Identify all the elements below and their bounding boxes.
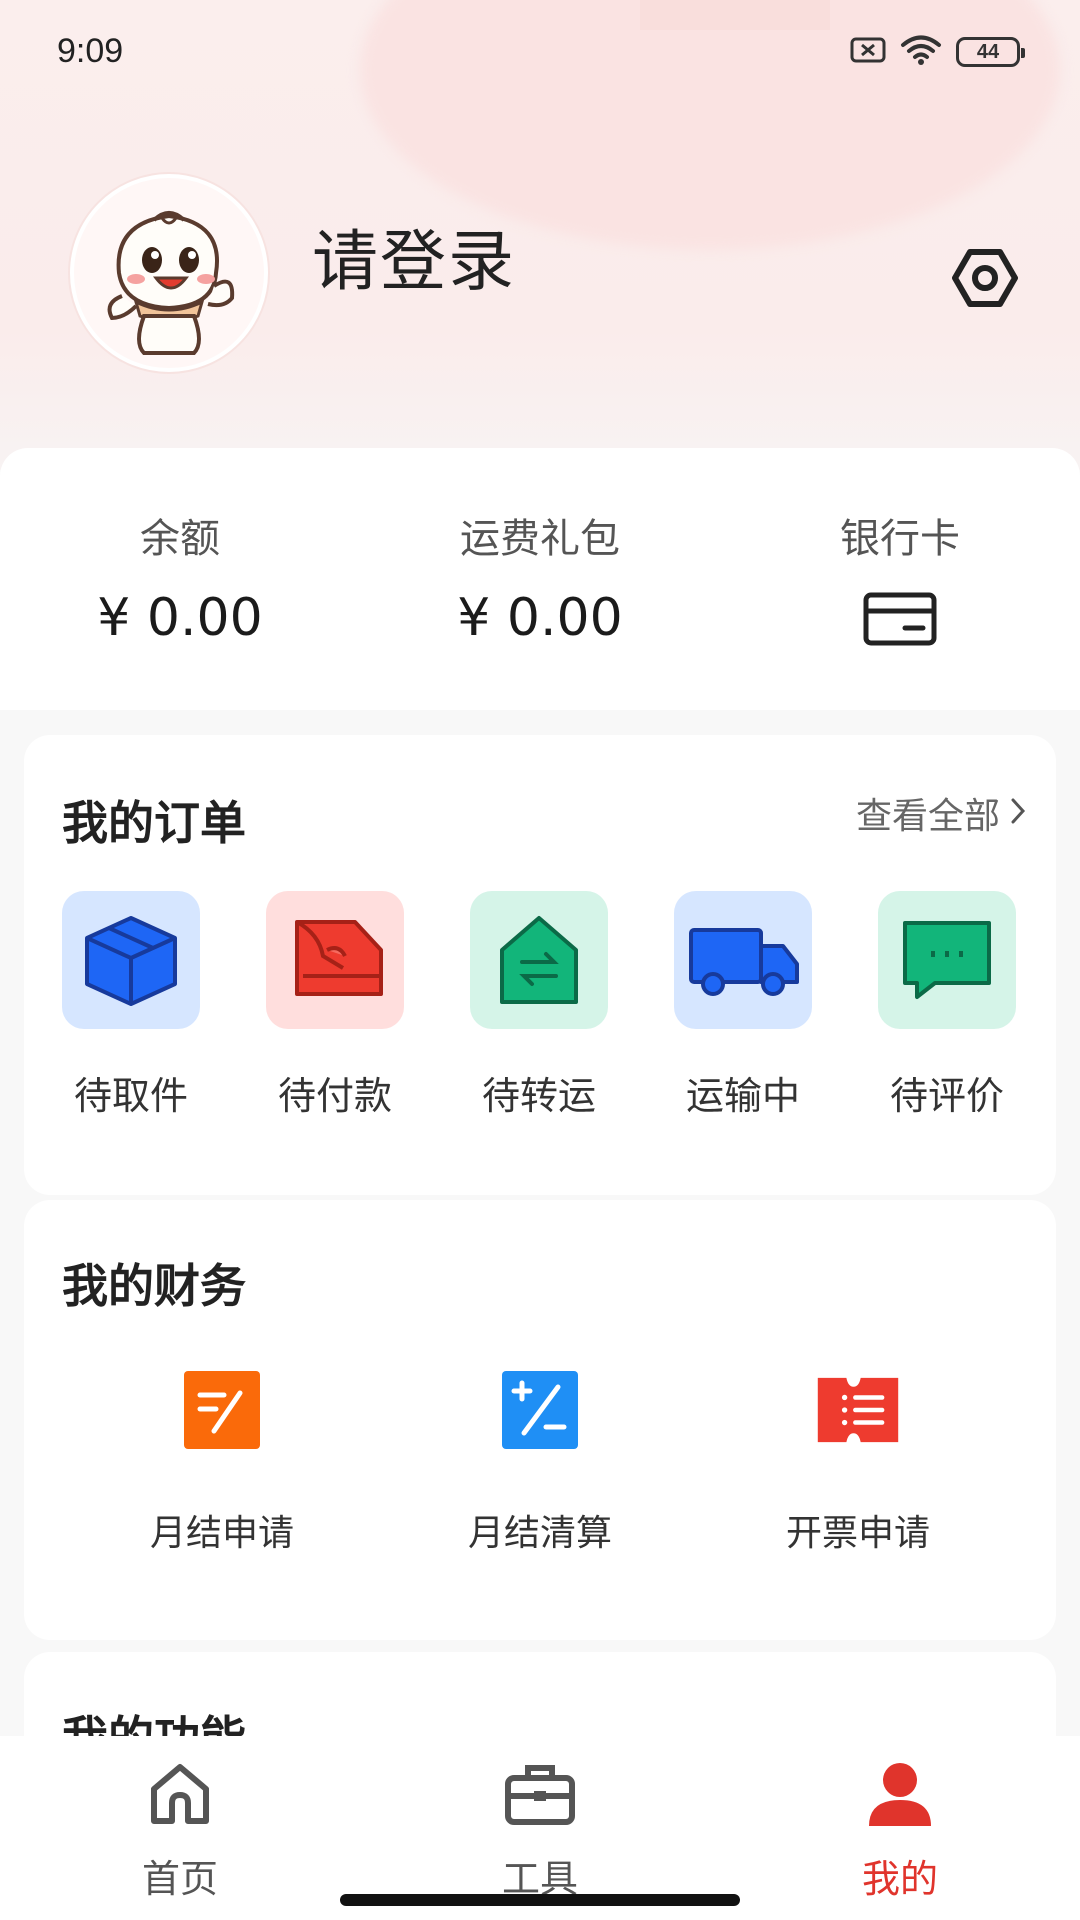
balance-label: 余额 — [140, 516, 220, 562]
view-all-label: 查看全部 — [855, 796, 1000, 837]
nav-item-tools[interactable]: 工具 — [360, 1754, 720, 1903]
status-bar: 9:09 44 — [0, 0, 1080, 104]
balance-value: ¥ 0.00 — [97, 588, 263, 648]
freight-package-entry[interactable]: 运费礼包 ¥ 0.00 — [360, 506, 720, 648]
order-pending-review[interactable]: 待评价 — [878, 891, 1016, 1120]
bank-card-entry[interactable]: 银行卡 — [720, 506, 1080, 650]
sim-off-icon — [850, 36, 886, 68]
transfer-icon — [470, 891, 608, 1029]
my-orders-card: 我的订单 查看全部 待取件 待付款 待转运 运输中 待评价 — [24, 735, 1056, 1195]
status-icons: 44 — [850, 34, 1025, 70]
order-label: 待转运 — [481, 1074, 596, 1118]
nav-label-me: 我的 — [861, 1857, 938, 1901]
monthly-apply-entry[interactable]: 月结申请 — [72, 1368, 372, 1556]
wallet-summary: 余额 ¥ 0.00 运费礼包 ¥ 0.00 银行卡 — [0, 448, 1080, 710]
my-orders-title: 我的订单 — [62, 796, 246, 850]
my-finance-title: 我的财务 — [62, 1259, 246, 1313]
settings-button[interactable] — [945, 240, 1025, 320]
freight-package-label: 运费礼包 — [460, 516, 620, 562]
wifi-icon — [900, 34, 942, 70]
view-all-orders-link[interactable]: 查看全部 — [856, 787, 1026, 839]
monthly-settle-entry[interactable]: 月结清算 — [390, 1368, 690, 1556]
invoice-apply-label: 开票申请 — [785, 1513, 930, 1554]
freight-package-value: ¥ 0.00 — [457, 588, 623, 648]
battery-level: 44 — [976, 41, 1000, 63]
comment-icon — [878, 891, 1016, 1029]
settings-icon — [952, 248, 1018, 312]
order-label: 运输中 — [685, 1074, 800, 1118]
mascot-bun-icon — [107, 211, 235, 355]
bank-card-label: 银行卡 — [840, 516, 960, 562]
order-pending-transfer[interactable]: 待转运 — [470, 891, 608, 1120]
order-label: 待取件 — [73, 1074, 188, 1118]
avatar[interactable] — [70, 174, 268, 372]
my-profile-screen: 9:09 44 请登录 余额 ¥ 0.00 运费礼包 ¥ 0.00 银行卡 我的… — [0, 0, 1080, 1920]
nav-label-home: 首页 — [141, 1857, 218, 1901]
payment-icon — [266, 891, 404, 1029]
invoice-icon — [816, 1368, 900, 1452]
order-label: 待评价 — [889, 1074, 1004, 1118]
bottom-navigation: 首页 工具 我的 — [0, 1736, 1080, 1920]
home-indicator — [340, 1894, 740, 1906]
my-finance-card: 我的财务 月结申请 月结清算 开票申请 — [24, 1200, 1056, 1640]
monthly-settle-label: 月结清算 — [467, 1513, 612, 1554]
user-icon — [860, 1754, 940, 1834]
order-pending-pickup[interactable]: 待取件 — [62, 891, 200, 1120]
chevron-right-icon — [1010, 793, 1026, 834]
battery-icon: 44 — [956, 37, 1025, 67]
nav-item-home[interactable]: 首页 — [0, 1754, 360, 1903]
login-prompt[interactable]: 请登录 — [312, 208, 516, 304]
monthly-settle-icon — [498, 1368, 582, 1452]
order-pending-payment[interactable]: 待付款 — [266, 891, 404, 1120]
truck-icon — [674, 891, 812, 1029]
package-icon — [62, 891, 200, 1029]
toolbox-icon — [500, 1754, 580, 1834]
monthly-apply-label: 月结申请 — [149, 1513, 294, 1554]
balance-entry[interactable]: 余额 ¥ 0.00 — [0, 506, 360, 648]
monthly-apply-icon — [180, 1368, 264, 1452]
order-in-transit[interactable]: 运输中 — [674, 891, 812, 1120]
bank-card-icon-wrap — [720, 592, 1080, 650]
home-icon — [140, 1754, 220, 1834]
status-time: 9:09 — [57, 32, 124, 70]
bank-card-icon — [863, 592, 937, 650]
order-label: 待付款 — [277, 1074, 392, 1118]
nav-item-me[interactable]: 我的 — [720, 1754, 1080, 1903]
invoice-apply-entry[interactable]: 开票申请 — [708, 1368, 1008, 1556]
